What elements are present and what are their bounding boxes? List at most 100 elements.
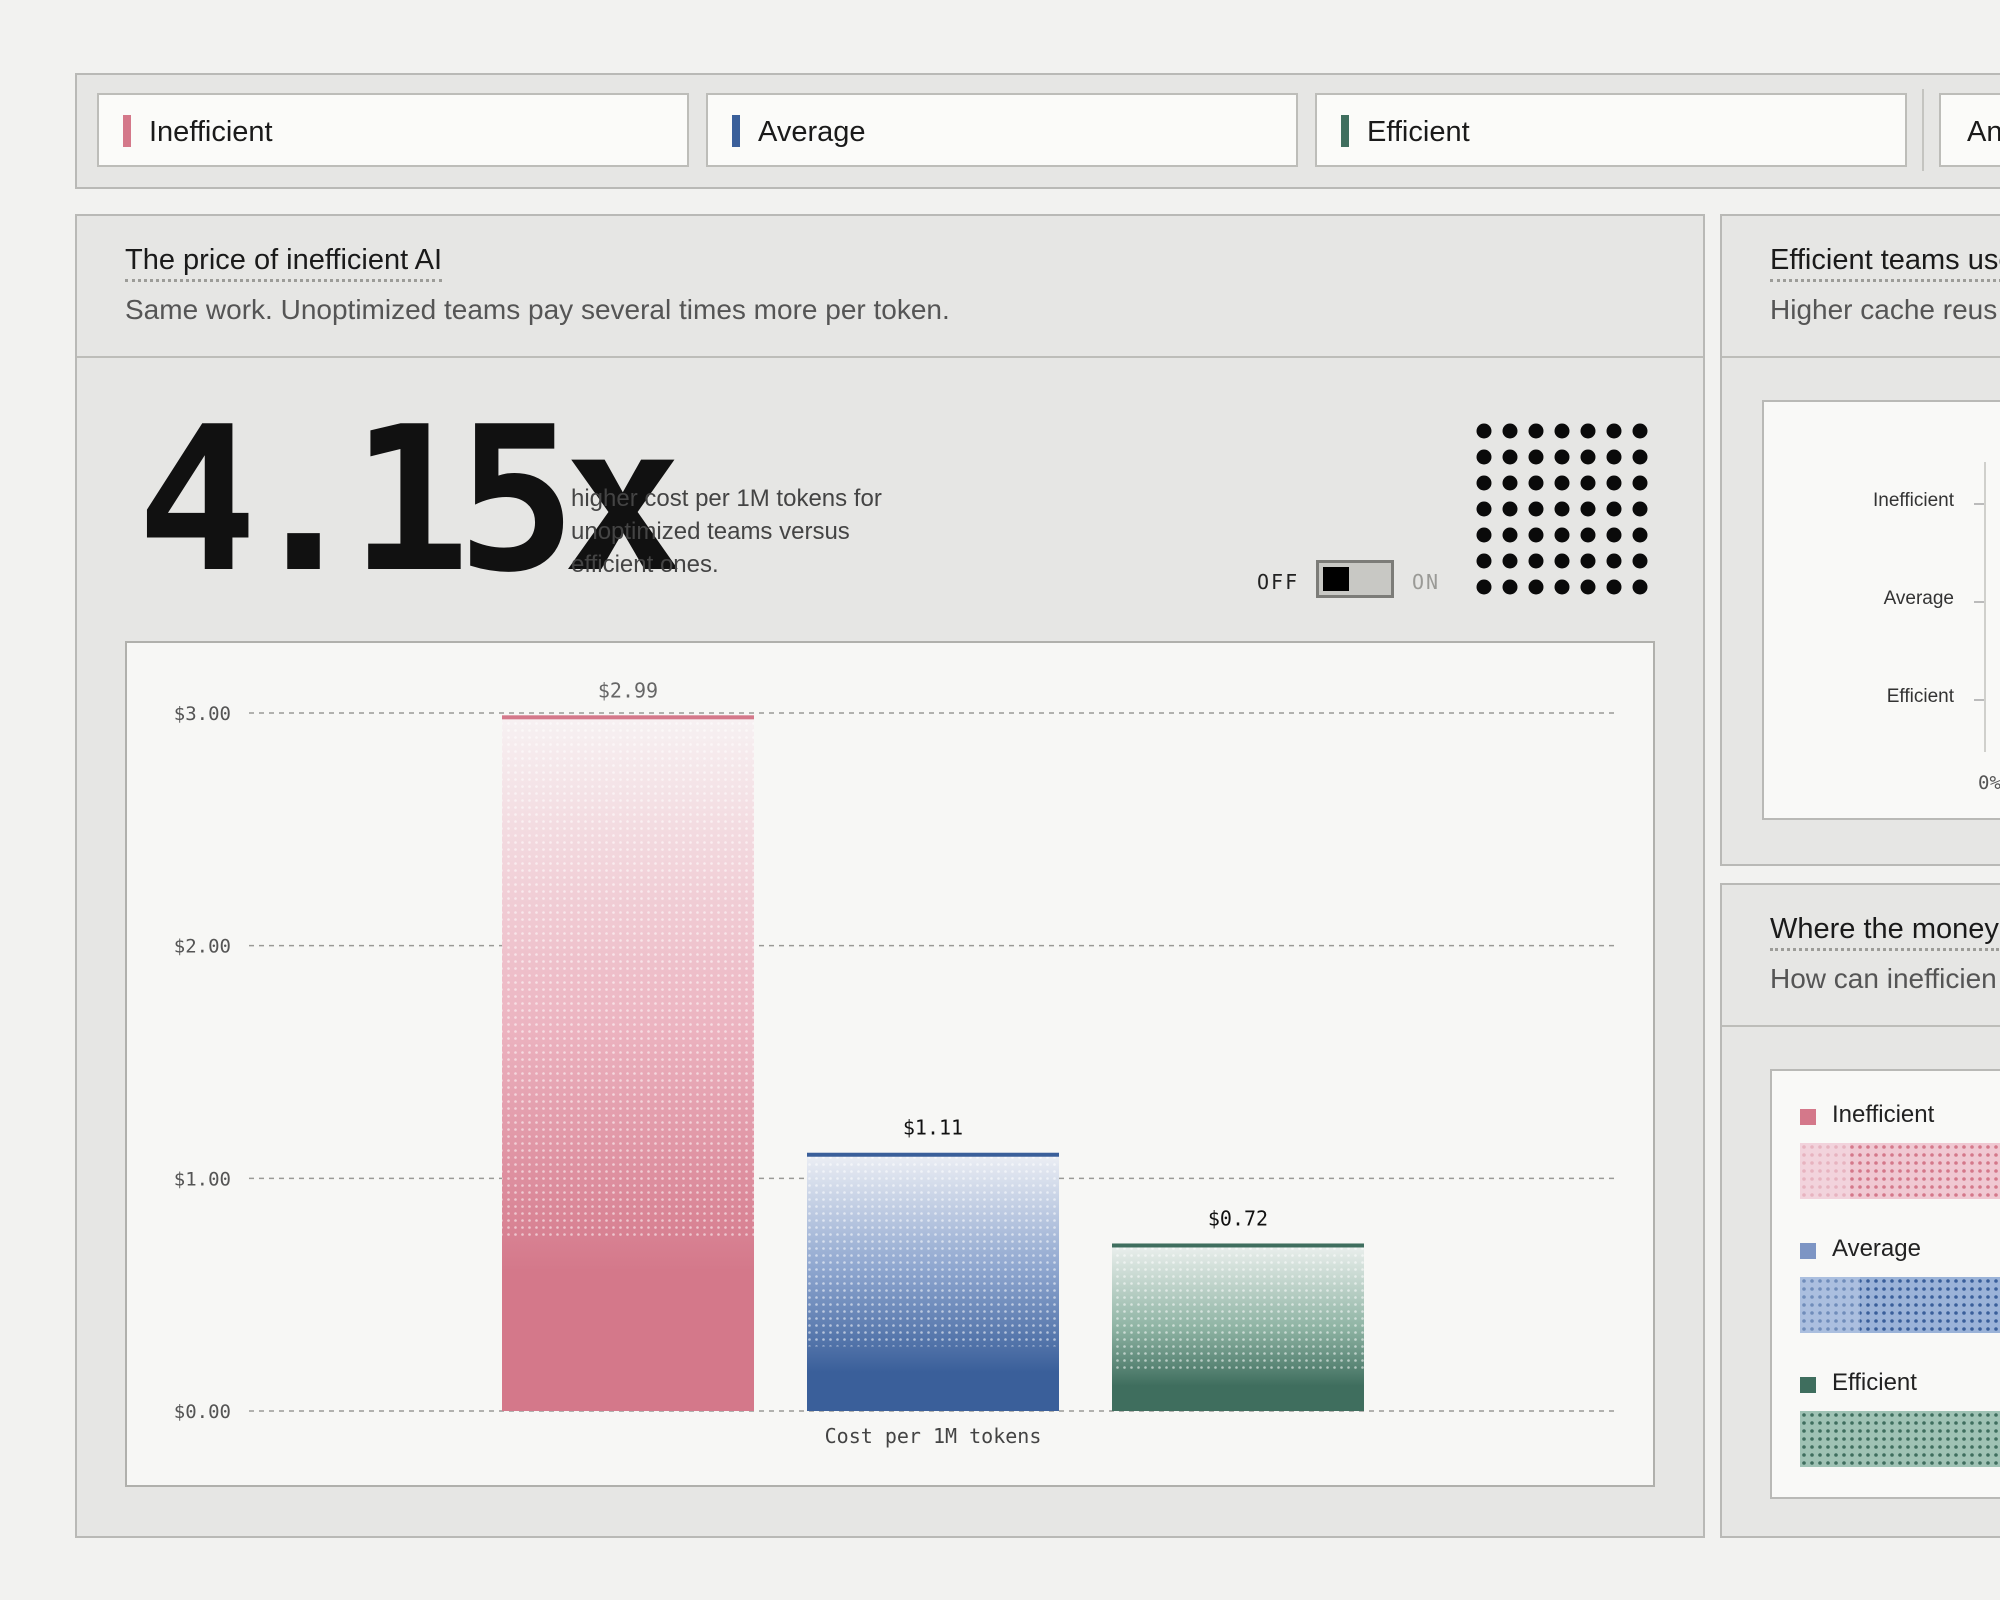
dot [1528, 475, 1544, 491]
dot [1476, 501, 1492, 517]
money-bar-average [1800, 1277, 2000, 1333]
dot [1632, 501, 1648, 517]
dot [1606, 423, 1622, 439]
dot [1476, 475, 1492, 491]
bar-cap [807, 1152, 1059, 1157]
money-card-title: Where the money [1770, 911, 1999, 951]
cache-reuse-subtitle: Higher cache reus [1770, 294, 1998, 325]
dot [1554, 579, 1570, 595]
dot [1554, 475, 1570, 491]
cache-category-label: Efficient [1886, 686, 1954, 707]
bar-value-label: $2.99 [598, 678, 658, 702]
money-card-header: Where the money How can inefficien [1722, 885, 2000, 1027]
money-card-subtitle: How can inefficien [1770, 963, 1997, 994]
cache-category-label: Inefficient [1873, 490, 1954, 511]
legend-chip-overflow[interactable]: An [1939, 93, 2000, 167]
main-card: The price of inefficient AI Same work. U… [75, 214, 1705, 1538]
stat-description: higher cost per 1M tokens for unoptimize… [571, 485, 882, 578]
legend-label: Inefficient [149, 116, 273, 148]
x-axis-label: Cost per 1M tokens [825, 1424, 1042, 1448]
dot [1606, 475, 1622, 491]
bar-texture [502, 715, 754, 1238]
dot [1528, 449, 1544, 465]
dot [1528, 579, 1544, 595]
dot [1554, 501, 1570, 517]
toggle-knob [1323, 567, 1349, 591]
bar-texture [1112, 1243, 1364, 1370]
dot [1476, 449, 1492, 465]
cache-axis-start-label: 0% [1978, 772, 2000, 794]
dot [1502, 423, 1518, 439]
money-label-efficient: Efficient [1832, 1369, 1917, 1396]
cache-reuse-header: Efficient teams use Higher cache reus [1722, 216, 2000, 358]
dot [1528, 553, 1544, 569]
dot [1580, 423, 1596, 439]
dot [1580, 553, 1596, 569]
dot [1502, 501, 1518, 517]
dot [1632, 449, 1648, 465]
cost-chart-svg: $0.00 $1.00 $2.00 $3.00 $2.99 $1.11 $0.72 Cost … [174, 678, 1617, 1448]
cache-reuse-chart: Inefficient Average Efficient 0% [1762, 400, 2000, 820]
main-card-title: The price of inefficient AI [125, 242, 443, 282]
bar-inefficient[interactable] [502, 715, 754, 1411]
dot [1502, 553, 1518, 569]
dot [1632, 423, 1648, 439]
legend-bar: Inefficient Average Efficient An [75, 73, 2000, 189]
y-tick-label: $1.00 [174, 1168, 231, 1190]
dot [1554, 527, 1570, 543]
dot [1580, 501, 1596, 517]
dot-matrix-icon [1476, 423, 1648, 595]
legend-divider [1922, 89, 1924, 171]
dot [1554, 449, 1570, 465]
toggle-off-label: OFF [1257, 570, 1300, 594]
cache-category-label: Average [1883, 588, 1954, 609]
dot [1606, 527, 1622, 543]
main-card-subtitle: Same work. Unoptimized teams pay several… [125, 294, 950, 325]
y-tick-label: $2.00 [174, 936, 231, 958]
dot [1476, 527, 1492, 543]
dot [1632, 579, 1648, 595]
dot [1502, 475, 1518, 491]
y-tick-label: $3.00 [174, 703, 231, 725]
dot [1528, 527, 1544, 543]
dot [1580, 527, 1596, 543]
cache-axis-line [1984, 462, 1986, 752]
legend-label: An [1967, 116, 2000, 148]
toggle-on-label: ON [1412, 570, 1441, 594]
money-bar-efficient [1800, 1411, 2000, 1467]
legend-swatch-efficient [1341, 115, 1349, 147]
cache-reuse-card: Efficient teams use Higher cache reus In… [1720, 214, 2000, 866]
y-tick-label: $0.00 [174, 1401, 231, 1423]
money-label-average: Average [1832, 1235, 1921, 1262]
bar-texture [807, 1152, 1059, 1347]
cost-chart: $0.00 $1.00 $2.00 $3.00 $2.99 $1.11 $0.72 Cost … [125, 641, 1655, 1487]
dot [1580, 579, 1596, 595]
dot [1502, 527, 1518, 543]
money-card: Where the money How can inefficien Ineff… [1720, 883, 2000, 1538]
bar-efficient[interactable] [1112, 1243, 1364, 1411]
money-swatch-inefficient [1800, 1109, 1816, 1125]
bar-average[interactable] [807, 1152, 1059, 1411]
legend-swatch-average [732, 115, 740, 147]
legend-chip-inefficient[interactable]: Inefficient [97, 93, 689, 167]
legend-swatch-inefficient [123, 115, 131, 147]
bar-cap [502, 715, 754, 720]
money-bar-inefficient [1800, 1143, 2000, 1199]
display-toggle[interactable] [1316, 560, 1394, 598]
dot [1476, 579, 1492, 595]
dot [1632, 553, 1648, 569]
main-card-header: The price of inefficient AI Same work. U… [77, 216, 1703, 358]
dot [1606, 501, 1622, 517]
dot [1476, 553, 1492, 569]
dot [1606, 579, 1622, 595]
money-label-inefficient: Inefficient [1832, 1101, 1935, 1128]
legend-chip-average[interactable]: Average [706, 93, 1298, 167]
money-swatch-efficient [1800, 1377, 1816, 1393]
legend-chip-efficient[interactable]: Efficient [1315, 93, 1907, 167]
legend-label: Efficient [1367, 116, 1470, 148]
dot [1580, 475, 1596, 491]
dot [1606, 553, 1622, 569]
bar-value-label: $1.11 [903, 1116, 963, 1140]
dot [1554, 423, 1570, 439]
dot [1632, 527, 1648, 543]
